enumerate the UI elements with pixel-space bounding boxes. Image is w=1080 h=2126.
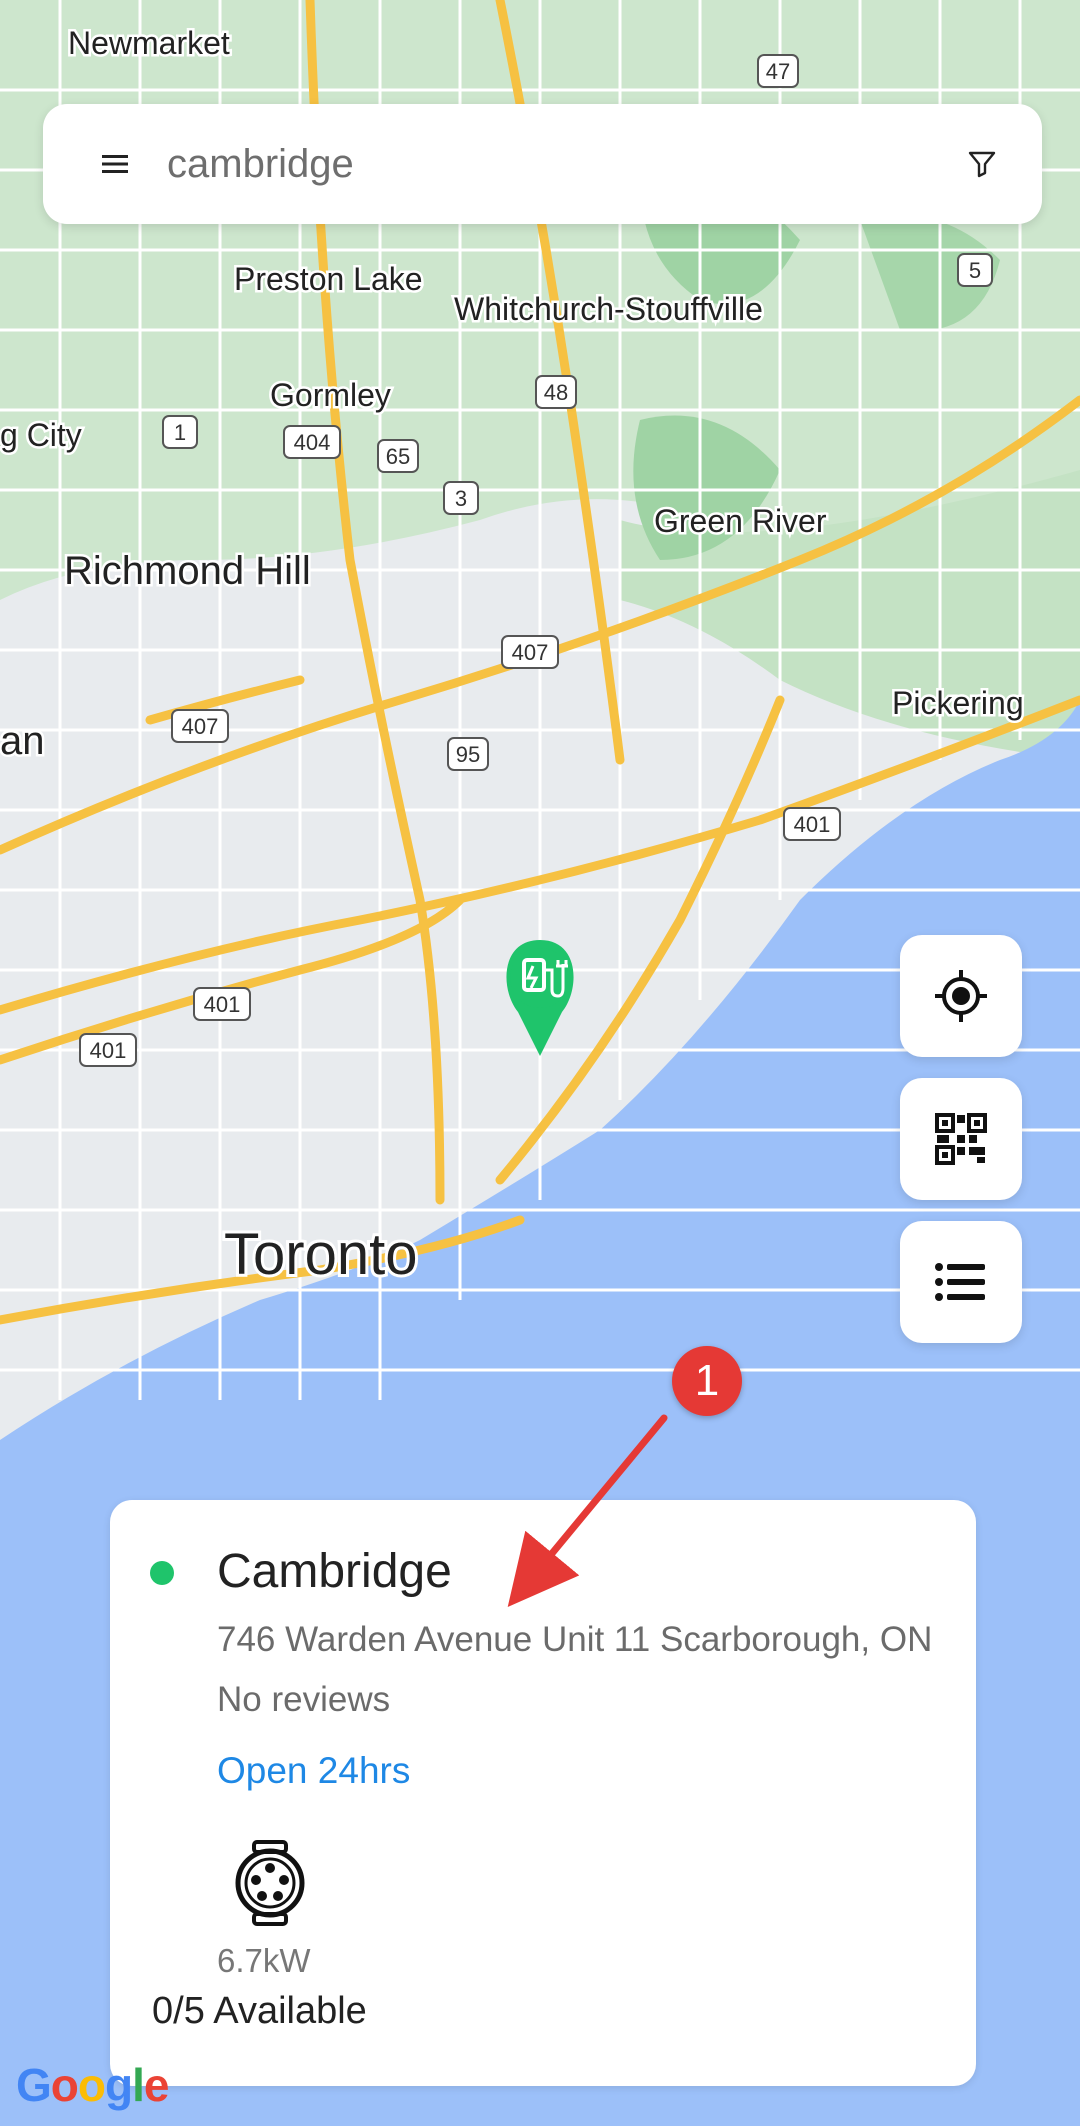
filter-button[interactable] (952, 134, 1012, 194)
qr-scan-button[interactable] (900, 1078, 1022, 1200)
label-pickering: Pickering (892, 685, 1024, 721)
label-whitchurch-stouffville: Whitchurch-Stouffville (454, 291, 763, 327)
svg-text:47: 47 (766, 59, 790, 84)
label-newmarket: Newmarket (68, 25, 230, 61)
search-input[interactable]: cambridge (167, 142, 952, 187)
shield-407: 407 (501, 635, 559, 669)
svg-text:401: 401 (204, 992, 241, 1017)
hamburger-menu-icon (102, 155, 128, 173)
shield-65: 65 (377, 439, 419, 473)
locate-button[interactable] (900, 935, 1022, 1057)
station-address: 746 Warden Avenue Unit 11 Scarborough, O… (217, 1620, 933, 1659)
shield-3: 3 (443, 481, 479, 515)
status-indicator (150, 1561, 174, 1585)
station-name: Cambridge (217, 1545, 452, 1598)
svg-text:1: 1 (174, 420, 186, 445)
shield-404: 404 (283, 425, 341, 459)
search-bar[interactable]: cambridge (43, 104, 1042, 224)
label-toronto: Toronto (224, 1222, 417, 1287)
svg-text:65: 65 (386, 444, 410, 469)
shield-5: 5 (957, 253, 993, 287)
shield-1: 1 (162, 415, 198, 449)
svg-text:407: 407 (182, 714, 219, 739)
label-gormley: Gormley (270, 377, 391, 413)
list-icon (935, 1263, 985, 1301)
station-reviews[interactable]: No reviews (217, 1680, 390, 1720)
ev-connector-icon (235, 1840, 305, 1926)
shield-401: 401 (79, 1033, 137, 1067)
annotation-badge: 1 (672, 1346, 742, 1416)
label-green-river: Green River (654, 503, 827, 539)
menu-button[interactable] (85, 134, 145, 194)
svg-text:407: 407 (512, 640, 549, 665)
svg-text:401: 401 (794, 812, 831, 837)
label-an: an (0, 719, 45, 763)
shield-95: 95 (447, 737, 489, 771)
availability-count: 0/5 Available (152, 1990, 367, 2032)
qr-code-icon (935, 1113, 987, 1165)
svg-text:48: 48 (544, 380, 568, 405)
svg-text:404: 404 (294, 430, 331, 455)
label-preston-lake: Preston Lake (234, 261, 423, 297)
google-logo: Google (16, 2059, 169, 2111)
shield-401: 401 (193, 987, 251, 1021)
svg-text:5: 5 (969, 258, 981, 283)
list-view-button[interactable] (900, 1221, 1022, 1343)
station-hours[interactable]: Open 24hrs (217, 1750, 410, 1792)
station-card[interactable]: Cambridge 746 Warden Avenue Unit 11 Scar… (110, 1500, 976, 2086)
svg-text:95: 95 (456, 742, 480, 767)
crosshair-icon (935, 970, 987, 1022)
label-richmond-hill: Richmond Hill (64, 549, 311, 593)
connector-power: 6.7kW (217, 1942, 311, 1979)
shield-48: 48 (535, 375, 577, 409)
filter-icon (968, 151, 996, 178)
shield-47: 47 (757, 54, 799, 88)
svg-text:3: 3 (455, 486, 467, 511)
shield-407: 407 (171, 709, 229, 743)
label-city: g City (0, 417, 82, 453)
shield-401: 401 (783, 807, 841, 841)
svg-text:401: 401 (90, 1038, 127, 1063)
